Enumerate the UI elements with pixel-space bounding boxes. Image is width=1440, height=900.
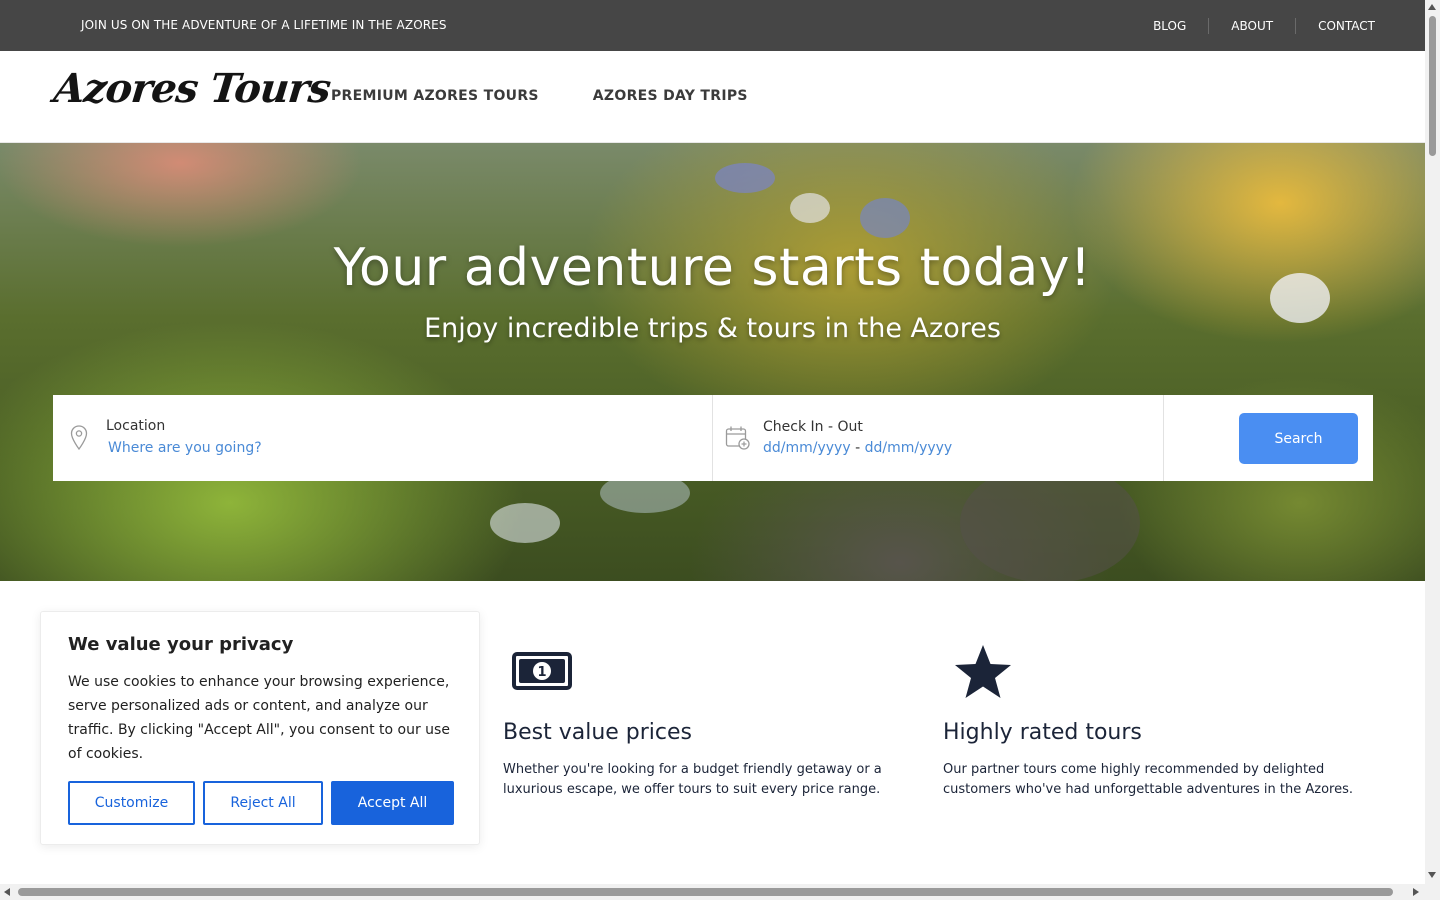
vertical-scrollbar[interactable] [1425, 0, 1440, 884]
cookie-title: We value your privacy [68, 634, 294, 655]
feature-title: Highly rated tours [943, 720, 1142, 745]
customize-button[interactable]: Customize [68, 781, 195, 825]
nav-premium-tours[interactable]: PREMIUM AZORES TOURS [331, 88, 539, 104]
top-links: BLOG ABOUT CONTACT [1153, 18, 1375, 34]
banknote-icon: 1 [512, 652, 572, 694]
promo-text: JOIN US ON THE ADVENTURE OF A LIFETIME I… [81, 18, 447, 32]
reject-all-button[interactable]: Reject All [203, 781, 323, 825]
contact-link[interactable]: CONTACT [1295, 18, 1375, 34]
date-separator: - [855, 440, 861, 456]
location-label: Location [106, 418, 166, 434]
dates-label: Check In - Out [763, 419, 863, 435]
horizontal-scroll-thumb[interactable] [18, 888, 1393, 896]
hero-subtitle: Enjoy incredible trips & tours in the Az… [424, 313, 1001, 344]
vertical-scroll-thumb[interactable] [1429, 16, 1436, 156]
search-form: Location Where are you going? Check In -… [53, 395, 1373, 481]
location-input[interactable]: Where are you going? [108, 440, 262, 456]
about-link[interactable]: ABOUT [1208, 18, 1295, 34]
date-range-field[interactable]: Check In - Out dd/mm/yyyy - dd/mm/yyyy [713, 395, 1164, 481]
main-nav: PREMIUM AZORES TOURS AZORES DAY TRIPS [331, 88, 748, 104]
horizontal-scrollbar[interactable] [0, 884, 1425, 900]
check-out-input[interactable]: dd/mm/yyyy [865, 440, 953, 456]
hero-title: Your adventure starts today! [333, 238, 1092, 298]
scroll-right-arrow-icon[interactable] [1413, 888, 1419, 896]
blog-link[interactable]: BLOG [1153, 18, 1208, 34]
scrollbar-corner [1425, 884, 1440, 900]
hero-banner: Your adventure starts today! Enjoy incre… [0, 143, 1425, 581]
feature-text: Whether you're looking for a budget frie… [503, 762, 882, 797]
cookie-text: We use cookies to enhance your browsing … [68, 674, 450, 762]
check-in-input[interactable]: dd/mm/yyyy [763, 440, 851, 456]
date-values: dd/mm/yyyy - dd/mm/yyyy [763, 440, 952, 456]
site-logo[interactable]: Azores Tours [52, 65, 333, 112]
feature-title: Best value prices [503, 720, 693, 745]
svg-text:1: 1 [537, 665, 546, 680]
scroll-down-arrow-icon[interactable] [1428, 872, 1436, 878]
location-field[interactable]: Location Where are you going? [53, 395, 713, 481]
scroll-left-arrow-icon[interactable] [4, 888, 10, 896]
map-pin-icon [70, 425, 88, 455]
search-button[interactable]: Search [1239, 413, 1358, 464]
accept-all-button[interactable]: Accept All [331, 781, 454, 825]
site-header: Azores Tours PREMIUM AZORES TOURS AZORES… [0, 51, 1425, 143]
feature-text: Our partner tours come highly recommende… [943, 762, 1353, 797]
cookie-consent-banner: We value your privacy We use cookies to … [40, 611, 480, 845]
top-bar: JOIN US ON THE ADVENTURE OF A LIFETIME I… [0, 0, 1425, 51]
cookie-buttons: Customize Reject All Accept All [68, 781, 454, 825]
star-icon [953, 643, 1013, 705]
scroll-up-arrow-icon[interactable] [1428, 4, 1436, 10]
calendar-icon [725, 425, 751, 455]
nav-day-trips[interactable]: AZORES DAY TRIPS [593, 88, 748, 104]
